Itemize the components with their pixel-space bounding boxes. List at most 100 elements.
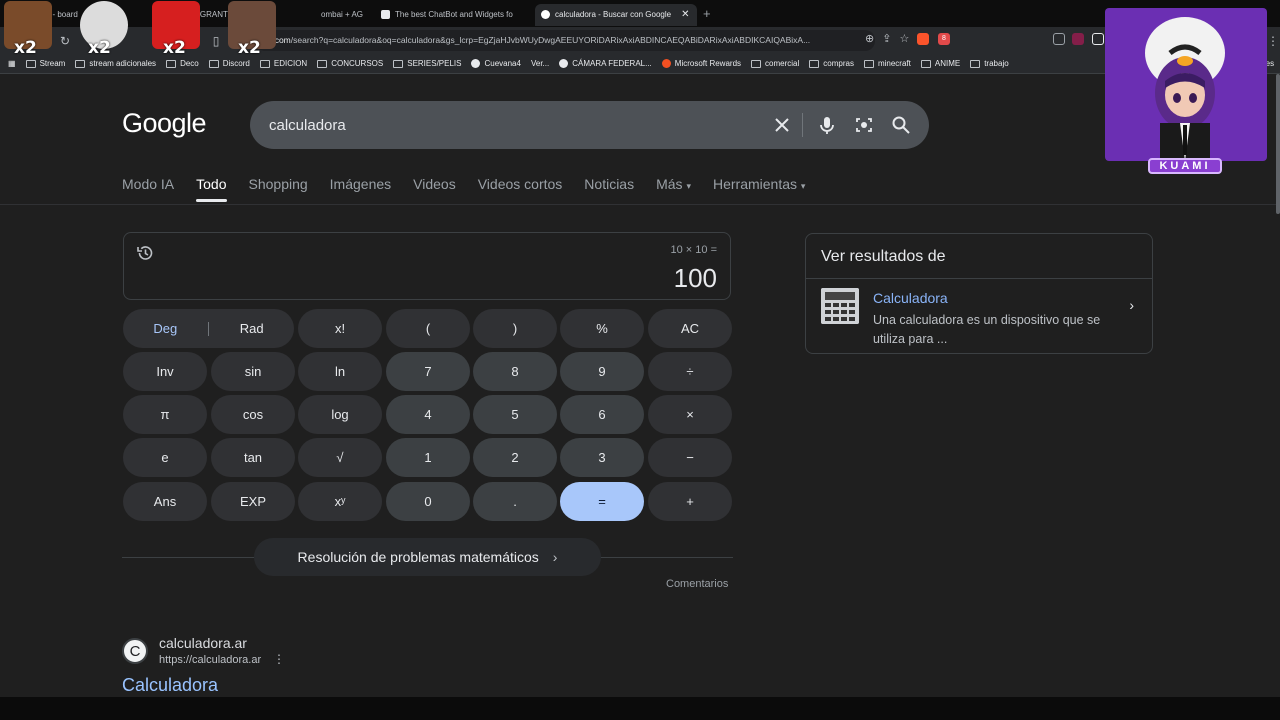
tab-mas[interactable]: Más ▾	[656, 176, 691, 192]
add-key[interactable]: +	[648, 482, 732, 521]
result-site-name[interactable]: calculadora.ar	[159, 635, 247, 651]
digit-1-key[interactable]: 1	[386, 438, 470, 477]
new-tab-button[interactable]: +	[703, 6, 711, 21]
bookmark-cuevana[interactable]: Cuevana4	[471, 59, 521, 68]
open-paren-key[interactable]: (	[386, 309, 470, 348]
digit-7-key[interactable]: 7	[386, 352, 470, 391]
microphone-icon[interactable]	[817, 115, 837, 135]
percent-key[interactable]: %	[560, 309, 644, 348]
ans-key[interactable]: Ans	[123, 482, 207, 521]
divide-key[interactable]: ÷	[648, 352, 732, 391]
factorial-key[interactable]: x!	[298, 309, 382, 348]
tan-key[interactable]: tan	[211, 438, 295, 477]
tab-shopping[interactable]: Shopping	[249, 176, 308, 192]
rewards-badge-icon[interactable]: 8	[938, 33, 950, 45]
digit-4-key[interactable]: 4	[386, 395, 470, 434]
address-bar[interactable]: gle.com/search?q=calculadora&oq=calculad…	[255, 30, 875, 51]
page-scrollbar[interactable]	[1276, 74, 1280, 214]
zoom-icon[interactable]: ⊕	[865, 32, 874, 45]
subtract-key[interactable]: −	[648, 438, 732, 477]
bookmark-trabajo[interactable]: trabajo	[970, 59, 1009, 68]
tab-noticias[interactable]: Noticias	[584, 176, 634, 192]
extension-icon[interactable]	[1053, 33, 1065, 45]
equals-key[interactable]: =	[560, 482, 644, 521]
tab-chatbot[interactable]: The best ChatBot and Widgets fo	[375, 4, 535, 26]
log-key[interactable]: log	[298, 395, 382, 434]
apps-grid-icon[interactable]: ▦	[8, 59, 16, 68]
decimal-key[interactable]: .	[473, 482, 557, 521]
inv-key[interactable]: Inv	[123, 352, 207, 391]
bookmark-camara[interactable]: CÁMARA FEDERAL...	[559, 59, 652, 68]
google-logo[interactable]: Google	[122, 108, 207, 139]
digit-8-key[interactable]: 8	[473, 352, 557, 391]
result-title-link[interactable]: Calculadora	[122, 675, 218, 696]
tab-videos[interactable]: Videos	[413, 176, 456, 192]
side-panel-title-link[interactable]: Calculadora	[873, 290, 948, 306]
ln-key[interactable]: ln	[298, 352, 382, 391]
history-icon[interactable]	[136, 244, 154, 262]
digit-3-key[interactable]: 3	[560, 438, 644, 477]
digit-9-key[interactable]: 9	[560, 352, 644, 391]
deg-label[interactable]: Deg	[135, 321, 195, 336]
folder-icon	[259, 59, 270, 68]
power-key[interactable]: xʸ	[298, 482, 382, 521]
site-favicon-icon[interactable]: C	[122, 638, 148, 664]
folder-icon	[393, 59, 404, 68]
bookmark-deco[interactable]: Deco	[166, 59, 199, 68]
star-icon[interactable]: ☆	[899, 32, 909, 45]
cos-key[interactable]: cos	[211, 395, 295, 434]
rad-label[interactable]: Rad	[222, 321, 282, 336]
bookmark-ver[interactable]: Ver...	[531, 59, 549, 68]
digit-5-key[interactable]: 5	[473, 395, 557, 434]
tab-todo[interactable]: Todo	[196, 176, 227, 202]
bookmark-series[interactable]: SERIES/PELIS	[393, 59, 461, 68]
bookmark-compras[interactable]: compras	[809, 59, 854, 68]
chevron-right-icon[interactable]: ›	[1129, 297, 1134, 313]
share-icon[interactable]: ⇪	[882, 32, 891, 45]
tab-videos-cortos[interactable]: Videos cortos	[478, 176, 563, 192]
tab-herramientas[interactable]: Herramientas ▾	[713, 176, 805, 192]
math-solver-button[interactable]: Resolución de problemas matemáticos ›	[254, 538, 601, 576]
puzzle-icon[interactable]	[1092, 33, 1104, 45]
clear-icon[interactable]	[772, 115, 792, 135]
pi-key[interactable]: π	[123, 395, 207, 434]
digit-0-key[interactable]: 0	[386, 482, 470, 521]
tab-calculadora[interactable]: calculadora - Buscar con Google ✕	[535, 3, 697, 26]
bookmark-anime[interactable]: ANIME	[920, 59, 960, 68]
bookmark-stream[interactable]: Stream	[25, 59, 65, 68]
deg-rad-toggle[interactable]: Deg Rad	[123, 309, 294, 348]
bookmark-icon[interactable]: ▯	[205, 34, 227, 48]
bookmark-edicion[interactable]: EDICION	[259, 59, 307, 68]
close-tab-icon[interactable]: ✕	[681, 9, 689, 20]
digit-6-key[interactable]: 6	[560, 395, 644, 434]
extension-icon[interactable]	[1072, 33, 1084, 45]
feedback-link[interactable]: Comentarios	[666, 578, 728, 590]
tab-modo-ia[interactable]: Modo IA	[122, 176, 174, 192]
search-icon[interactable]	[891, 115, 911, 135]
e-key[interactable]: e	[123, 438, 207, 477]
sin-key[interactable]: sin	[211, 352, 295, 391]
bookmark-rewards[interactable]: Microsoft Rewards	[661, 59, 741, 68]
tab-imagenes[interactable]: Imágenes	[330, 176, 391, 192]
bookmark-concursos[interactable]: CONCURSOS	[317, 59, 383, 68]
bookmark-minecraft[interactable]: minecraft	[863, 59, 911, 68]
bookmark-comercial[interactable]: comercial	[751, 59, 799, 68]
bookmark-stream-adicionales[interactable]: stream adicionales	[75, 59, 156, 68]
tab-label: ombai + AG	[321, 10, 364, 19]
sqrt-key[interactable]: √	[298, 438, 382, 477]
all-clear-key[interactable]: AC	[648, 309, 732, 348]
brave-shield-icon[interactable]	[917, 33, 929, 45]
multiply-key[interactable]: ×	[648, 395, 732, 434]
bookmark-discord[interactable]: Discord	[208, 59, 250, 68]
exp-key[interactable]: EXP	[211, 482, 295, 521]
calculator-thumbnail-icon[interactable]	[821, 288, 859, 324]
toggle-divider	[207, 321, 209, 336]
reload-icon[interactable]: ↻	[54, 34, 76, 48]
tab-ombai[interactable]: ombai + AG	[315, 4, 375, 26]
result-url[interactable]: https://calculadora.ar	[159, 654, 261, 666]
more-options-icon[interactable]: ⋮	[273, 652, 285, 666]
digit-2-key[interactable]: 2	[473, 438, 557, 477]
close-paren-key[interactable]: )	[473, 309, 557, 348]
camera-lens-icon[interactable]	[854, 115, 874, 135]
search-input[interactable]	[269, 116, 749, 134]
